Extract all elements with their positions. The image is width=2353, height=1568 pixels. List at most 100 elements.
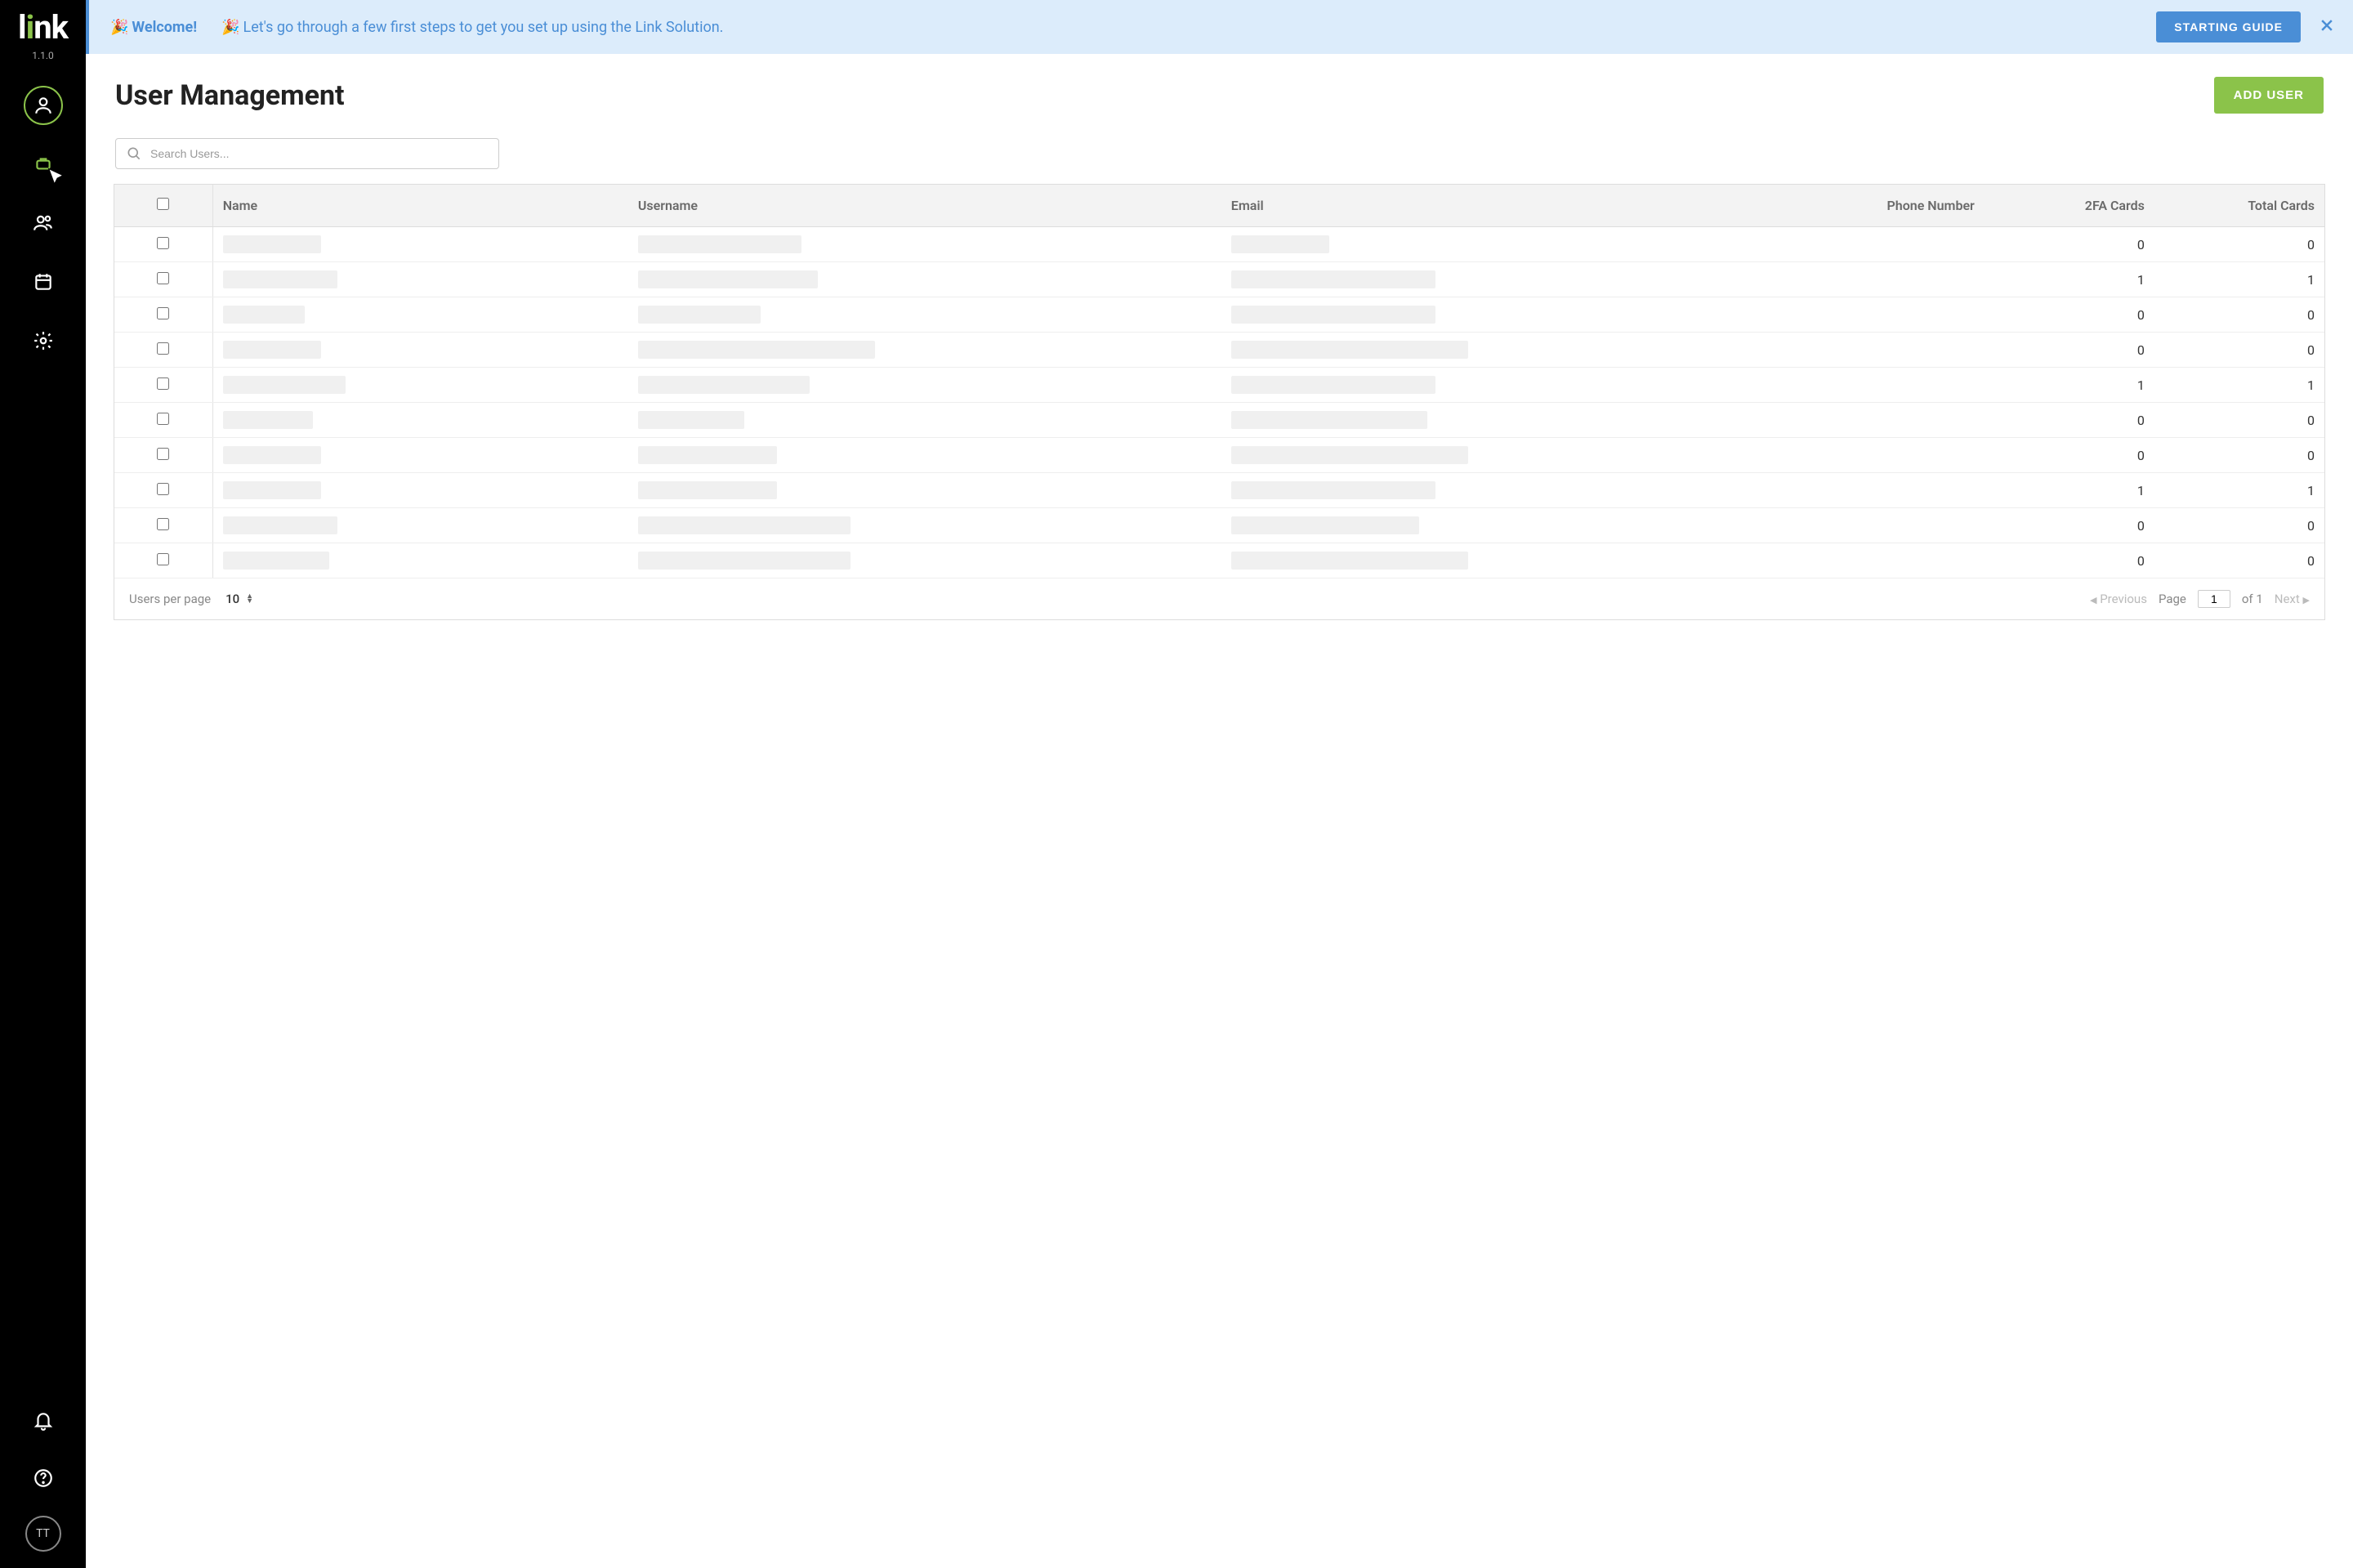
cell-2fa: 0: [1985, 438, 2154, 473]
welcome-banner: 🎉 Welcome! 🎉 Let's go through a few firs…: [86, 0, 2353, 54]
device-icon: [33, 154, 54, 175]
cell-total: 0: [2154, 438, 2324, 473]
add-user-button[interactable]: ADD USER: [2214, 77, 2324, 114]
avatar-initials: TT: [36, 1527, 50, 1540]
column-total[interactable]: Total Cards: [2154, 185, 2324, 227]
table-row[interactable]: 11: [114, 368, 2324, 403]
cell-total: 1: [2154, 262, 2324, 297]
skeleton-username: [638, 306, 761, 324]
row-checkbox[interactable]: [157, 272, 169, 284]
skeleton-username: [638, 446, 777, 464]
skeleton-name: [223, 446, 321, 464]
sidebar-item-settings[interactable]: [24, 321, 63, 360]
skeleton-name: [223, 411, 313, 429]
skeleton-name: [223, 306, 305, 324]
cell-phone: [1815, 227, 1985, 262]
sidebar-item-calendar[interactable]: [24, 262, 63, 302]
table-row[interactable]: 11: [114, 473, 2324, 508]
main: 🎉 Welcome! 🎉 Let's go through a few firs…: [86, 0, 2353, 1568]
sidebar-item-notifications[interactable]: [24, 1401, 63, 1441]
cell-2fa: 0: [1985, 508, 2154, 543]
column-name[interactable]: Name: [212, 185, 628, 227]
cell-2fa: 1: [1985, 473, 2154, 508]
starting-guide-button[interactable]: STARTING GUIDE: [2156, 11, 2301, 42]
table-row[interactable]: 11: [114, 262, 2324, 297]
table-row[interactable]: 00: [114, 508, 2324, 543]
skeleton-username: [638, 516, 851, 534]
cell-phone: [1815, 473, 1985, 508]
pager-of-label: of 1: [2242, 592, 2263, 606]
pager-page-input[interactable]: [2198, 590, 2230, 608]
row-checkbox[interactable]: [157, 377, 169, 390]
logo-prefix: l: [18, 8, 26, 47]
cell-phone: [1815, 403, 1985, 438]
search-box[interactable]: [115, 138, 499, 169]
table-row[interactable]: 00: [114, 403, 2324, 438]
cell-phone: [1815, 297, 1985, 333]
sidebar-item-profile[interactable]: [24, 86, 63, 125]
help-icon: [33, 1467, 54, 1489]
row-checkbox[interactable]: [157, 307, 169, 319]
cell-2fa: 0: [1985, 227, 2154, 262]
bell-icon: [33, 1410, 54, 1432]
skeleton-email: [1231, 481, 1435, 499]
row-checkbox[interactable]: [157, 553, 169, 565]
skeleton-email: [1231, 306, 1435, 324]
cell-2fa: 0: [1985, 297, 2154, 333]
pager-next[interactable]: Next ▶: [2275, 592, 2310, 606]
skeleton-name: [223, 481, 321, 499]
page-title: User Management: [115, 79, 345, 112]
cell-2fa: 0: [1985, 543, 2154, 579]
cell-2fa: 0: [1985, 333, 2154, 368]
perpage-select[interactable]: 10 ▲▼: [225, 592, 253, 606]
search-row: [86, 118, 2353, 177]
table-row[interactable]: 00: [114, 543, 2324, 579]
perpage-label: Users per page: [129, 592, 211, 606]
row-checkbox[interactable]: [157, 413, 169, 425]
column-username[interactable]: Username: [628, 185, 1221, 227]
calendar-icon: [33, 271, 54, 293]
skeleton-email: [1231, 411, 1427, 429]
table-row[interactable]: 00: [114, 333, 2324, 368]
skeleton-name: [223, 235, 321, 253]
avatar[interactable]: TT: [25, 1516, 61, 1552]
logo-version: 1.1.0: [18, 50, 68, 61]
sidebar-item-help[interactable]: [24, 1459, 63, 1498]
table-row[interactable]: 00: [114, 297, 2324, 333]
row-checkbox[interactable]: [157, 237, 169, 249]
select-all-checkbox[interactable]: [157, 198, 169, 210]
table-row[interactable]: 00: [114, 438, 2324, 473]
row-checkbox[interactable]: [157, 518, 169, 530]
logo-dot-icon: i: [26, 8, 34, 47]
cell-phone: [1815, 438, 1985, 473]
sidebar-item-highlighted[interactable]: [24, 145, 63, 184]
row-checkbox[interactable]: [157, 342, 169, 355]
users-table: Name Username Email Phone Number 2FA Car…: [114, 185, 2324, 579]
banner-text: Let's go through a few first steps to ge…: [243, 19, 2157, 36]
sidebar-item-users[interactable]: [24, 203, 63, 243]
cell-phone: [1815, 508, 1985, 543]
skeleton-username: [638, 270, 818, 288]
perpage-value: 10: [225, 592, 239, 606]
skeleton-username: [638, 481, 777, 499]
skeleton-name: [223, 341, 321, 359]
column-email[interactable]: Email: [1221, 185, 1815, 227]
cell-total: 0: [2154, 508, 2324, 543]
row-checkbox[interactable]: [157, 448, 169, 460]
skeleton-username: [638, 235, 801, 253]
pager-previous[interactable]: ◀ Previous: [2090, 592, 2147, 606]
skeleton-name: [223, 552, 329, 570]
skeleton-name: [223, 516, 337, 534]
banner-close-button[interactable]: [2319, 17, 2335, 38]
row-checkbox[interactable]: [157, 483, 169, 495]
search-icon: [126, 145, 142, 162]
column-phone[interactable]: Phone Number: [1815, 185, 1985, 227]
skeleton-email: [1231, 341, 1468, 359]
cell-2fa: 1: [1985, 262, 2154, 297]
search-input[interactable]: [150, 147, 489, 160]
skeleton-username: [638, 411, 744, 429]
skeleton-email: [1231, 235, 1329, 253]
skeleton-username: [638, 341, 875, 359]
table-row[interactable]: 00: [114, 227, 2324, 262]
column-2fa[interactable]: 2FA Cards: [1985, 185, 2154, 227]
